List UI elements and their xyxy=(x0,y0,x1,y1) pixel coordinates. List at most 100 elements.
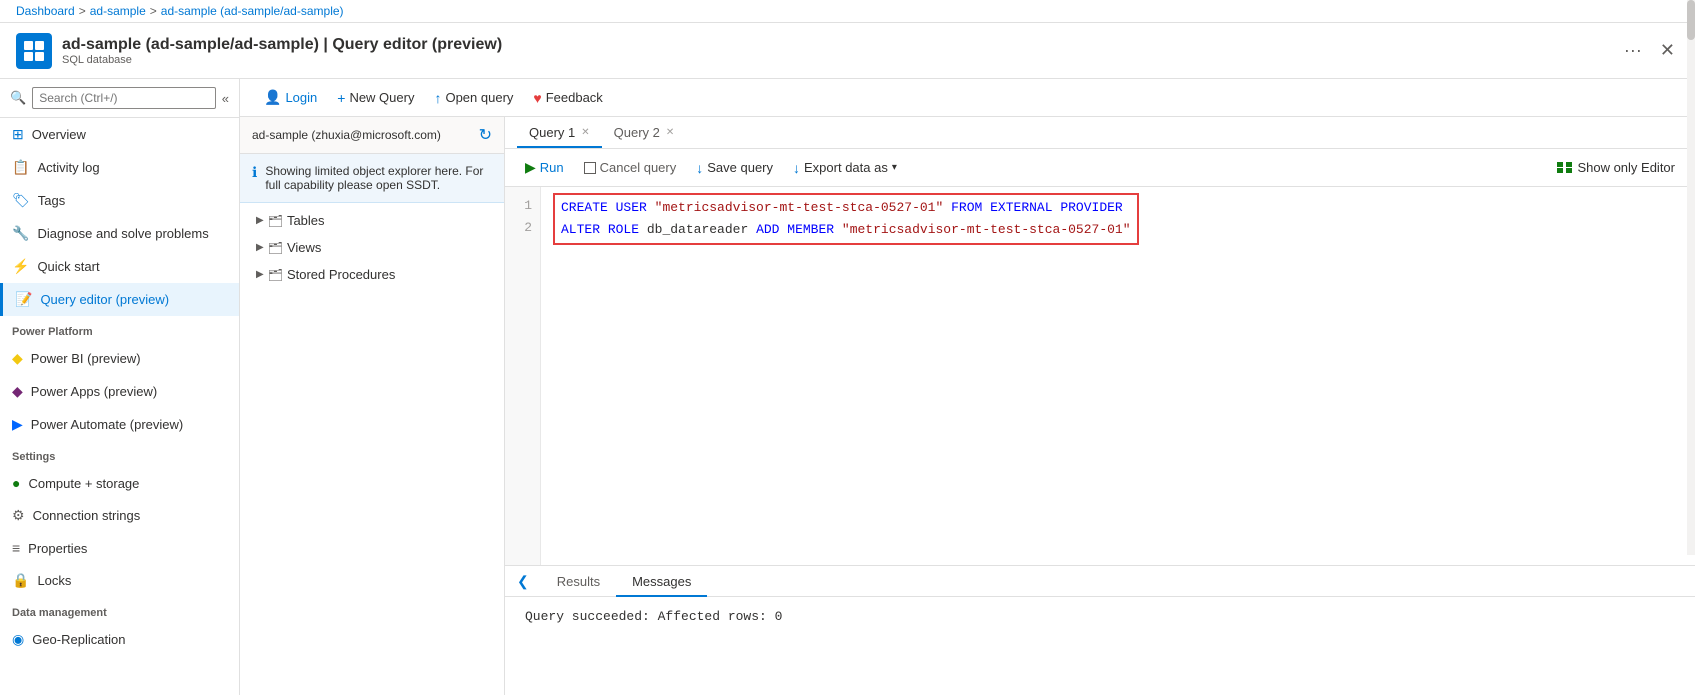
quick-start-icon: ⚡ xyxy=(12,258,29,275)
sidebar-item-power-bi[interactable]: ◆ Power BI (preview) xyxy=(0,342,239,375)
new-query-button[interactable]: + New Query xyxy=(329,86,422,110)
sidebar-item-compute-storage[interactable]: ● Compute + storage xyxy=(0,467,239,499)
feedback-button[interactable]: ♥ Feedback xyxy=(525,86,610,110)
tab-results[interactable]: Results xyxy=(541,566,616,597)
diagnose-icon: 🔧 xyxy=(12,225,29,242)
section-power-platform: Power Platform xyxy=(0,316,239,342)
explorer-connection: ad-sample (zhuxia@microsoft.com) xyxy=(252,128,441,142)
sidebar-item-locks[interactable]: 🔒 Locks xyxy=(0,564,239,597)
refresh-button[interactable]: ↻ xyxy=(479,125,492,145)
sidebar-item-query-editor[interactable]: 📝 Query editor (preview) xyxy=(0,283,239,316)
code-line-2: ALTER ROLE db_datareader ADD MEMBER "met… xyxy=(561,219,1131,241)
sidebar: 🔍 « ⊞ Overview 📋 Activity log 🏷 Tags 🔧 D… xyxy=(0,79,240,695)
overview-icon: ⊞ xyxy=(12,126,24,143)
tree-container: ▶ 🗂 Tables ▶ 🗂 Views ▶ 🗂 Stored Procedur… xyxy=(240,203,504,695)
export-button[interactable]: ↓ Export data as ▾ xyxy=(785,156,905,180)
sidebar-item-connection-strings[interactable]: ⚙ Connection strings xyxy=(0,499,239,532)
sidebar-item-properties[interactable]: ≡ Properties xyxy=(0,532,239,564)
save-icon: ↓ xyxy=(696,160,703,176)
tab-messages[interactable]: Messages xyxy=(616,566,707,597)
search-input[interactable] xyxy=(32,87,216,109)
power-apps-icon: ◆ xyxy=(12,383,23,400)
sidebar-item-power-automate[interactable]: ▶ Power Automate (preview) xyxy=(0,408,239,441)
str-val-2: "metricsadvisor-mt-test-stca-0527-01" xyxy=(842,222,1131,237)
app-icon xyxy=(16,33,52,69)
more-options-button[interactable]: ··· xyxy=(1620,36,1646,65)
tab-query1-close[interactable]: ✕ xyxy=(581,127,589,138)
chevron-right-icon-sp: ▶ xyxy=(256,269,264,280)
breadcrumb-full[interactable]: ad-sample (ad-sample/ad-sample) xyxy=(161,4,344,18)
locks-icon: 🔒 xyxy=(12,572,29,589)
sidebar-item-quick-start[interactable]: ⚡ Quick start xyxy=(0,250,239,283)
save-query-button[interactable]: ↓ Save query xyxy=(688,156,781,180)
login-icon: 👤 xyxy=(264,89,281,106)
object-explorer: ad-sample (zhuxia@microsoft.com) ↻ ℹ Sho… xyxy=(240,117,505,695)
collapse-results-button[interactable]: ❮ xyxy=(505,567,541,596)
tab-query2[interactable]: Query 2 ✕ xyxy=(602,117,687,148)
search-icon: 🔍 xyxy=(10,90,26,106)
chevron-right-icon-views: ▶ xyxy=(256,242,264,253)
explorer-header: ad-sample (zhuxia@microsoft.com) ↻ xyxy=(240,117,504,154)
tags-icon: 🏷 xyxy=(12,192,30,209)
page-title: ad-sample (ad-sample/ad-sample) | Query … xyxy=(62,36,1610,54)
query-tabs: Query 1 ✕ Query 2 ✕ xyxy=(505,117,1695,149)
title-group: ad-sample (ad-sample/ad-sample) | Query … xyxy=(62,36,1610,66)
sidebar-item-geo-replication[interactable]: ◉ Geo-Replication xyxy=(0,623,239,656)
section-data-management: Data management xyxy=(0,597,239,623)
query-editor-panel: Query 1 ✕ Query 2 ✕ ▶ Run xyxy=(505,117,1695,695)
geo-icon: ◉ xyxy=(12,631,24,648)
section-settings: Settings xyxy=(0,441,239,467)
run-icon: ▶ xyxy=(525,159,536,176)
line-numbers: 1 2 xyxy=(505,187,541,565)
export-icon: ↓ xyxy=(793,160,800,176)
stored-proc-icon: 🗂 xyxy=(268,268,283,282)
info-banner: ℹ Showing limited object explorer here. … xyxy=(240,154,504,203)
properties-icon: ≡ xyxy=(12,540,20,556)
breadcrumb-dashboard[interactable]: Dashboard xyxy=(16,4,75,18)
editor-area: 1 2 CREATE USER "metricsadvisor-mt-test-… xyxy=(505,187,1695,565)
scrollbar-track xyxy=(1687,187,1695,555)
tree-item-tables[interactable]: ▶ 🗂 Tables xyxy=(240,207,504,234)
tree-item-views[interactable]: ▶ 🗂 Views xyxy=(240,234,504,261)
sidebar-item-overview[interactable]: ⊞ Overview xyxy=(0,118,239,151)
sidebar-item-tags[interactable]: 🏷 Tags xyxy=(0,184,239,217)
run-button[interactable]: ▶ Run xyxy=(517,155,572,180)
sidebar-item-diagnose[interactable]: 🔧 Diagnose and solve problems xyxy=(0,217,239,250)
results-panel: ❮ Results Messages Query succeeded: Affe… xyxy=(505,565,1695,695)
power-automate-icon: ▶ xyxy=(12,416,23,433)
grid-icon xyxy=(1557,162,1573,174)
export-chevron-icon: ▾ xyxy=(892,162,897,173)
cancel-query-button[interactable]: Cancel query xyxy=(576,156,685,179)
info-icon: ℹ xyxy=(252,164,257,192)
heart-icon: ♥ xyxy=(533,90,541,106)
upload-icon: ↑ xyxy=(434,90,441,106)
compute-icon: ● xyxy=(12,475,20,491)
breadcrumb-ad-sample[interactable]: ad-sample xyxy=(90,4,146,18)
tab-query2-close[interactable]: ✕ xyxy=(666,127,674,138)
activity-log-icon: 📋 xyxy=(12,159,29,176)
header: ad-sample (ad-sample/ad-sample) | Query … xyxy=(0,23,1695,79)
content-area: 👤 Login + New Query ↑ Open query ♥ Feedb… xyxy=(240,79,1695,695)
show-only-editor-button[interactable]: Show only Editor xyxy=(1549,156,1683,179)
collapse-sidebar-button[interactable]: « xyxy=(222,91,229,106)
kw-create: CREATE xyxy=(561,200,608,215)
open-query-button[interactable]: ↑ Open query xyxy=(426,86,521,110)
chevron-right-icon: ▶ xyxy=(256,215,264,226)
code-highlight-box: CREATE USER "metricsadvisor-mt-test-stca… xyxy=(553,193,1139,245)
query-toolbar: ▶ Run Cancel query ↓ Save query ↓ Export… xyxy=(505,149,1695,187)
login-button[interactable]: 👤 Login xyxy=(256,85,325,110)
cancel-icon xyxy=(584,162,596,174)
breadcrumb: Dashboard > ad-sample > ad-sample (ad-sa… xyxy=(0,0,1695,23)
plus-icon: + xyxy=(337,90,345,106)
sidebar-item-power-apps[interactable]: ◆ Power Apps (preview) xyxy=(0,375,239,408)
top-toolbar: 👤 Login + New Query ↑ Open query ♥ Feedb… xyxy=(240,79,1695,117)
close-button[interactable]: ✕ xyxy=(1656,36,1679,65)
code-editor[interactable]: CREATE USER "metricsadvisor-mt-test-stca… xyxy=(541,187,1695,565)
tab-query1[interactable]: Query 1 ✕ xyxy=(517,117,602,148)
search-box: 🔍 « xyxy=(0,79,239,118)
query-editor-icon: 📝 xyxy=(15,291,32,308)
connection-icon: ⚙ xyxy=(12,507,25,524)
results-content: Query succeeded: Affected rows: 0 xyxy=(505,597,1695,695)
sidebar-item-activity-log[interactable]: 📋 Activity log xyxy=(0,151,239,184)
tree-item-stored-procedures[interactable]: ▶ 🗂 Stored Procedures xyxy=(240,261,504,288)
